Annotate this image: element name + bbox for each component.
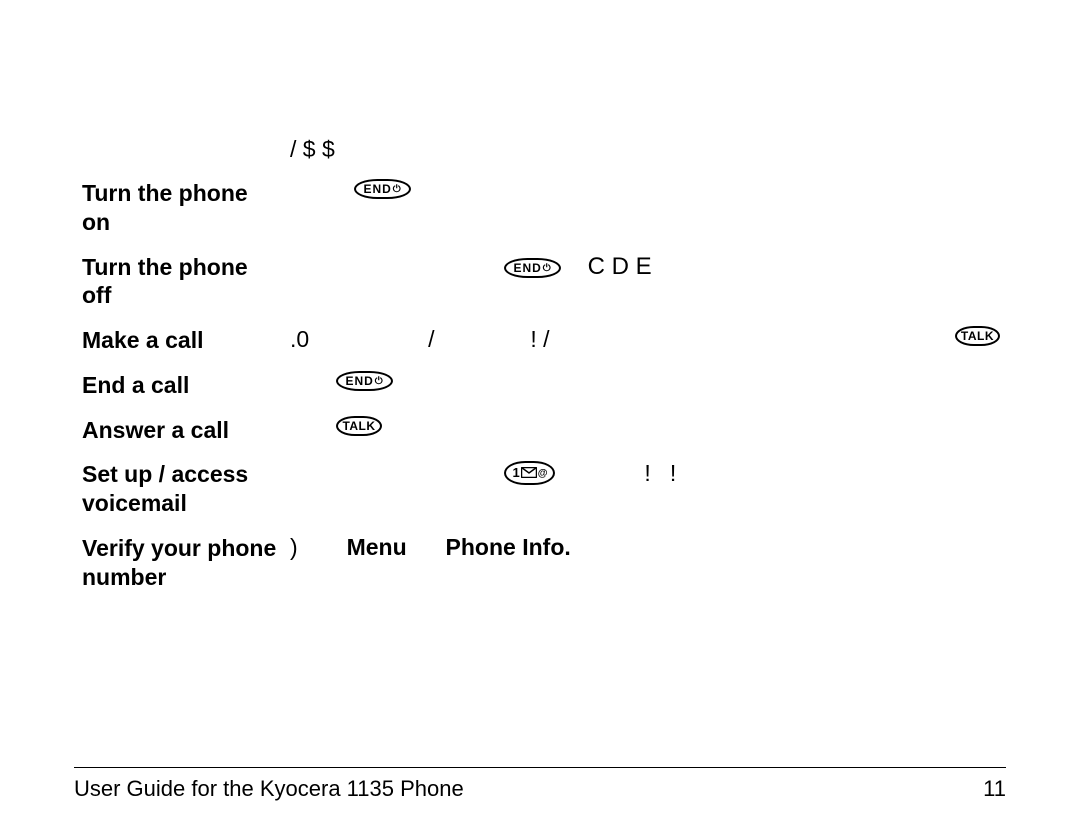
- paren-text: ): [290, 534, 298, 560]
- turn-phone-on-label: Turn the phone on: [82, 179, 280, 237]
- row1-label-cell: Turn the phone on: [74, 171, 284, 245]
- verify-number-label: Verify your phone number: [82, 534, 280, 592]
- row4-label-cell: End a call: [74, 363, 284, 408]
- cde-text: C D E: [588, 253, 652, 281]
- row7-label-cell: Verify your phone number: [74, 526, 284, 600]
- answer-call-label: Answer a call: [82, 416, 280, 445]
- row5-label-cell: Answer a call: [74, 408, 284, 453]
- quick-reference-table: / $ $ Turn the phone on END⏻ Turn the ph…: [74, 128, 1006, 599]
- voicemail-label: Set up / access voicemail: [82, 460, 280, 518]
- row6-content-cell: 1@ ! !: [284, 452, 1006, 526]
- header-col1: [74, 128, 284, 171]
- row6-mid-text: ! !: [644, 460, 676, 486]
- row6-label-cell: Set up / access voicemail: [74, 452, 284, 526]
- row4-content-cell: END⏻: [284, 363, 1006, 408]
- footer-title: User Guide for the Kyocera 1135 Phone: [74, 776, 464, 802]
- talk-key-icon: TALK: [955, 326, 1000, 346]
- row7-content-cell: ) Menu Phone Info.: [284, 526, 1006, 600]
- row2-content-cell: END⏻ C D E: [284, 245, 1006, 319]
- document-page: / $ $ Turn the phone on END⏻ Turn the ph…: [0, 0, 1080, 834]
- row5-content-cell: TALK: [284, 408, 1006, 453]
- turn-phone-off-label: Turn the phone off: [82, 253, 280, 311]
- one-key-icon: 1@: [504, 461, 555, 485]
- end-call-label: End a call: [82, 371, 280, 400]
- row3-content-cell: .0 / ! / TALK: [284, 318, 1006, 363]
- row3-label-cell: Make a call: [74, 318, 284, 363]
- talk-key-icon: TALK: [336, 416, 381, 436]
- header-col2: / $ $: [284, 128, 1006, 171]
- phone-info-text: Phone Info.: [446, 534, 571, 560]
- row1-content-cell: END⏻: [284, 171, 1006, 245]
- make-call-label: Make a call: [82, 326, 280, 355]
- page-footer: User Guide for the Kyocera 1135 Phone 11: [74, 767, 1006, 802]
- end-key-icon: END⏻: [354, 179, 410, 199]
- row3-left-text: .0: [290, 326, 309, 352]
- menu-text: Menu: [347, 534, 407, 560]
- header-text: / $ $: [290, 136, 335, 162]
- page-number: 11: [983, 776, 1006, 802]
- row3-mid-text: / ! /: [428, 326, 549, 352]
- row2-label-cell: Turn the phone off: [74, 245, 284, 319]
- end-key-icon: END⏻: [504, 258, 560, 278]
- end-key-icon: END⏻: [336, 371, 392, 391]
